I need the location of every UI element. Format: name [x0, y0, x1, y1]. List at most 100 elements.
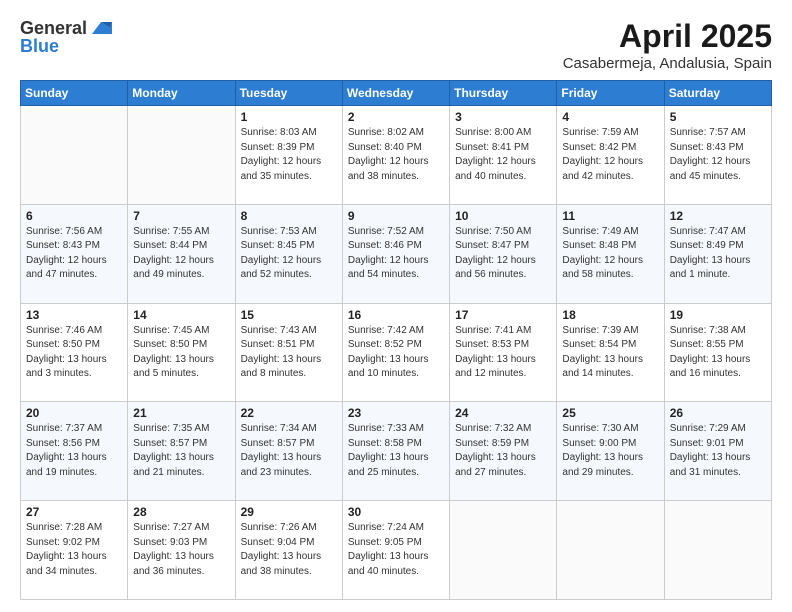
- calendar-cell: 15 Sunrise: 7:43 AM Sunset: 8:51 PM Dayli…: [235, 303, 342, 402]
- calendar-cell: [557, 501, 664, 600]
- calendar-cell: [450, 501, 557, 600]
- calendar-cell: 27 Sunrise: 7:28 AM Sunset: 9:02 PM Dayli…: [21, 501, 128, 600]
- day-info: Sunrise: 7:55 AM Sunset: 8:44 PM Dayligh…: [133, 225, 229, 283]
- header-thursday: Thursday: [450, 81, 557, 106]
- calendar-cell: [128, 106, 235, 205]
- calendar-cell: 17 Sunrise: 7:41 AM Sunset: 8:53 PM Dayli…: [450, 303, 557, 402]
- calendar-subtitle: Casabermeja, Andalusia, Spain: [563, 55, 772, 72]
- header-tuesday: Tuesday: [235, 81, 342, 106]
- calendar-week-row: 20 Sunrise: 7:37 AM Sunset: 8:56 PM Dayli…: [21, 402, 772, 501]
- day-number: 3: [455, 110, 551, 124]
- day-number: 24: [455, 406, 551, 420]
- calendar-cell: 9 Sunrise: 7:52 AM Sunset: 8:46 PM Daylig…: [342, 204, 449, 303]
- day-number: 10: [455, 209, 551, 223]
- calendar-cell: [21, 106, 128, 205]
- day-info: Sunrise: 7:24 AM Sunset: 9:05 PM Dayligh…: [348, 521, 444, 579]
- day-number: 28: [133, 505, 229, 519]
- day-info: Sunrise: 7:28 AM Sunset: 9:02 PM Dayligh…: [26, 521, 122, 579]
- logo-blue: Blue: [20, 36, 112, 57]
- calendar-cell: 1 Sunrise: 8:03 AM Sunset: 8:39 PM Daylig…: [235, 106, 342, 205]
- day-info: Sunrise: 7:43 AM Sunset: 8:51 PM Dayligh…: [241, 324, 337, 382]
- calendar-cell: 11 Sunrise: 7:49 AM Sunset: 8:48 PM Dayli…: [557, 204, 664, 303]
- header-friday: Friday: [557, 81, 664, 106]
- calendar-cell: 30 Sunrise: 7:24 AM Sunset: 9:05 PM Dayli…: [342, 501, 449, 600]
- header-sunday: Sunday: [21, 81, 128, 106]
- day-info: Sunrise: 7:39 AM Sunset: 8:54 PM Dayligh…: [562, 324, 658, 382]
- day-info: Sunrise: 7:27 AM Sunset: 9:03 PM Dayligh…: [133, 521, 229, 579]
- calendar-cell: 14 Sunrise: 7:45 AM Sunset: 8:50 PM Dayli…: [128, 303, 235, 402]
- calendar-week-row: 1 Sunrise: 8:03 AM Sunset: 8:39 PM Daylig…: [21, 106, 772, 205]
- calendar-cell: 25 Sunrise: 7:30 AM Sunset: 9:00 PM Dayli…: [557, 402, 664, 501]
- calendar-cell: 12 Sunrise: 7:47 AM Sunset: 8:49 PM Dayli…: [664, 204, 771, 303]
- day-info: Sunrise: 7:30 AM Sunset: 9:00 PM Dayligh…: [562, 422, 658, 480]
- day-number: 20: [26, 406, 122, 420]
- day-info: Sunrise: 7:56 AM Sunset: 8:43 PM Dayligh…: [26, 225, 122, 283]
- day-info: Sunrise: 7:26 AM Sunset: 9:04 PM Dayligh…: [241, 521, 337, 579]
- day-info: Sunrise: 7:37 AM Sunset: 8:56 PM Dayligh…: [26, 422, 122, 480]
- day-info: Sunrise: 7:53 AM Sunset: 8:45 PM Dayligh…: [241, 225, 337, 283]
- day-number: 2: [348, 110, 444, 124]
- day-number: 27: [26, 505, 122, 519]
- calendar-cell: 24 Sunrise: 7:32 AM Sunset: 8:59 PM Dayli…: [450, 402, 557, 501]
- calendar-cell: [664, 501, 771, 600]
- calendar-cell: 26 Sunrise: 7:29 AM Sunset: 9:01 PM Dayli…: [664, 402, 771, 501]
- calendar-cell: 3 Sunrise: 8:00 AM Sunset: 8:41 PM Daylig…: [450, 106, 557, 205]
- day-number: 12: [670, 209, 766, 223]
- day-number: 29: [241, 505, 337, 519]
- day-number: 16: [348, 308, 444, 322]
- calendar-cell: 21Sunrise: 7:35 AM Sunset: 8:57 PM Dayli…: [128, 402, 235, 501]
- day-info: Sunrise: 8:03 AM Sunset: 8:39 PM Dayligh…: [241, 126, 337, 184]
- day-number: 18: [562, 308, 658, 322]
- day-number: 30: [348, 505, 444, 519]
- calendar-cell: 5Sunrise: 7:57 AM Sunset: 8:43 PM Daylig…: [664, 106, 771, 205]
- calendar-cell: 13Sunrise: 7:46 AM Sunset: 8:50 PM Dayli…: [21, 303, 128, 402]
- header-wednesday: Wednesday: [342, 81, 449, 106]
- calendar-table: Sunday Monday Tuesday Wednesday Thursday…: [20, 80, 772, 600]
- calendar-cell: 22 Sunrise: 7:34 AM Sunset: 8:57 PM Dayli…: [235, 402, 342, 501]
- calendar-cell: 20 Sunrise: 7:37 AM Sunset: 8:56 PM Dayli…: [21, 402, 128, 501]
- day-info: Sunrise: 7:34 AM Sunset: 8:57 PM Dayligh…: [241, 422, 337, 480]
- day-number: 14: [133, 308, 229, 322]
- calendar-week-row: 27 Sunrise: 7:28 AM Sunset: 9:02 PM Dayli…: [21, 501, 772, 600]
- day-info: Sunrise: 8:00 AM Sunset: 8:41 PM Dayligh…: [455, 126, 551, 184]
- day-number: 15: [241, 308, 337, 322]
- day-info: Sunrise: 7:33 AM Sunset: 8:58 PM Dayligh…: [348, 422, 444, 480]
- day-info: Sunrise: 7:46 AM Sunset: 8:50 PM Dayligh…: [26, 324, 122, 382]
- calendar-cell: 29 Sunrise: 7:26 AM Sunset: 9:04 PM Dayli…: [235, 501, 342, 600]
- calendar-cell: 2 Sunrise: 8:02 AM Sunset: 8:40 PM Daylig…: [342, 106, 449, 205]
- day-info: Sunrise: 7:50 AM Sunset: 8:47 PM Dayligh…: [455, 225, 551, 283]
- calendar-week-row: 6Sunrise: 7:56 AM Sunset: 8:43 PM Daylig…: [21, 204, 772, 303]
- calendar-title: April 2025: [563, 18, 772, 55]
- day-number: 11: [562, 209, 658, 223]
- day-info: Sunrise: 8:02 AM Sunset: 8:40 PM Dayligh…: [348, 126, 444, 184]
- logo-icon: [90, 20, 112, 36]
- calendar-cell: 6Sunrise: 7:56 AM Sunset: 8:43 PM Daylig…: [21, 204, 128, 303]
- day-number: 9: [348, 209, 444, 223]
- page: General Blue April 2025 Casabermeja, And…: [0, 0, 792, 612]
- weekday-header-row: Sunday Monday Tuesday Wednesday Thursday…: [21, 81, 772, 106]
- day-number: 1: [241, 110, 337, 124]
- day-number: 26: [670, 406, 766, 420]
- calendar-week-row: 13Sunrise: 7:46 AM Sunset: 8:50 PM Dayli…: [21, 303, 772, 402]
- logo: General Blue: [20, 18, 112, 57]
- day-info: Sunrise: 7:29 AM Sunset: 9:01 PM Dayligh…: [670, 422, 766, 480]
- calendar-cell: 28 Sunrise: 7:27 AM Sunset: 9:03 PM Dayli…: [128, 501, 235, 600]
- day-info: Sunrise: 7:52 AM Sunset: 8:46 PM Dayligh…: [348, 225, 444, 283]
- day-number: 17: [455, 308, 551, 322]
- day-number: 25: [562, 406, 658, 420]
- header-saturday: Saturday: [664, 81, 771, 106]
- day-info: Sunrise: 7:42 AM Sunset: 8:52 PM Dayligh…: [348, 324, 444, 382]
- day-number: 22: [241, 406, 337, 420]
- day-info: Sunrise: 7:35 AM Sunset: 8:57 PM Dayligh…: [133, 422, 229, 480]
- day-number: 5: [670, 110, 766, 124]
- day-info: Sunrise: 7:45 AM Sunset: 8:50 PM Dayligh…: [133, 324, 229, 382]
- day-info: Sunrise: 7:59 AM Sunset: 8:42 PM Dayligh…: [562, 126, 658, 184]
- day-info: Sunrise: 7:38 AM Sunset: 8:55 PM Dayligh…: [670, 324, 766, 382]
- calendar-cell: 23 Sunrise: 7:33 AM Sunset: 8:58 PM Dayli…: [342, 402, 449, 501]
- day-info: Sunrise: 7:47 AM Sunset: 8:49 PM Dayligh…: [670, 225, 766, 283]
- day-info: Sunrise: 7:49 AM Sunset: 8:48 PM Dayligh…: [562, 225, 658, 283]
- calendar-cell: 7Sunrise: 7:55 AM Sunset: 8:44 PM Daylig…: [128, 204, 235, 303]
- day-info: Sunrise: 7:32 AM Sunset: 8:59 PM Dayligh…: [455, 422, 551, 480]
- day-number: 23: [348, 406, 444, 420]
- day-info: Sunrise: 7:41 AM Sunset: 8:53 PM Dayligh…: [455, 324, 551, 382]
